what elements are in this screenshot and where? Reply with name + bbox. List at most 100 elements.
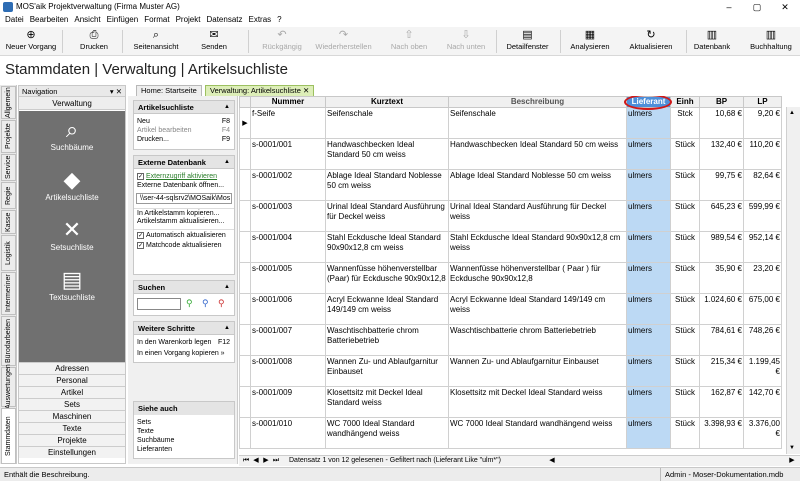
cell-bp[interactable]: 784,61 € [699,324,744,356]
cell-bp[interactable]: 645,23 € [699,200,744,232]
row-selector[interactable] [239,169,251,201]
action-artikel-bearbeiten[interactable]: Artikel bearbeiten F4 [134,126,234,135]
cell-beschreibung[interactable]: Urinal Ideal Standard Ausführung für Dec… [448,200,627,232]
vtab-regie[interactable]: Regie [1,182,16,209]
vtab-service[interactable]: Service [1,154,16,181]
cell-einh[interactable]: Stück [670,386,700,418]
cell-beschreibung[interactable]: Ablage Ideal Standard Noblesse 50 cm wei… [448,169,627,201]
action-in-artikelstamm-kopieren[interactable]: In Artikelstamm kopieren... [134,208,234,217]
close-icon[interactable]: ✕ [303,86,309,95]
cell-einh[interactable]: Stück [670,417,700,449]
cell-lieferant[interactable]: ulmers [626,107,671,139]
menu-extras[interactable]: Extras [246,14,275,26]
cell-bp[interactable]: 35,90 € [699,262,744,294]
nav-item-artikelsuchliste[interactable]: ◆ Artikelsuchliste [19,167,125,202]
cell-nummer[interactable]: s-0001/001 [250,138,326,170]
cell-einh[interactable]: Stück [670,169,700,201]
collapse-icon[interactable]: ▲ [224,156,230,169]
nach-oben-button[interactable]: ⇧ Nach oben [380,29,438,54]
cell-kurztext[interactable]: Acryl Eckwanne Ideal Standard 149/149 cm… [325,293,449,325]
matchcode-checkbox[interactable]: ✓ Matchcode aktualisieren [134,240,234,251]
cell-einh[interactable]: Stück [670,324,700,356]
vtab-bürodarbeiten[interactable]: Bürodarbeiten [1,316,16,366]
nav-list-item-adressen[interactable]: Adressen [19,362,125,374]
cell-lp[interactable]: 9,20 € [743,107,782,139]
column-header-nummer[interactable]: Nummer [250,96,326,108]
cell-lieferant[interactable]: ulmers [626,355,671,387]
cell-beschreibung[interactable]: Handwaschbecken Ideal Standard 50 cm wei… [448,138,627,170]
column-header-kurztext[interactable]: Kurztext [325,96,449,108]
table-row[interactable]: s-0001/003 Urinal Ideal Standard Ausführu… [239,200,782,232]
cell-kurztext[interactable]: Klosettsitz mit Deckel Ideal Standard we… [325,386,449,418]
search-input[interactable] [137,298,181,310]
link-texte[interactable]: Texte [134,427,234,436]
previous-record-icon[interactable]: ◀ [251,456,261,466]
vtab-kasse[interactable]: Kasse [1,210,16,234]
wiederherstellen-button[interactable]: ↷ Wiederherstellen [306,29,381,54]
table-row[interactable]: s-0001/008 Wannen Zu- und Ablaufgarnitur … [239,355,782,387]
senden-button[interactable]: ✉ Senden [186,29,242,54]
cell-beschreibung[interactable]: Waschtischbatterie chrom Batteriebetrieb [448,324,627,356]
table-row[interactable]: s-0001/009 Klosettsitz mit Deckel Ideal S… [239,386,782,418]
menu-ansicht[interactable]: Ansicht [71,14,103,26]
cell-kurztext[interactable]: Waschtischbatterie chrom Batteriebetrieb [325,324,449,356]
row-selector[interactable] [239,138,251,170]
tab-startseite[interactable]: Home: Startseite [136,85,202,96]
cell-lieferant[interactable]: ulmers [626,386,671,418]
cell-lieferant[interactable]: ulmers [626,293,671,325]
cell-lp[interactable]: 3.376,00 € [743,417,782,449]
externzugriff-checkbox[interactable]: ✓ Externzugriff aktivieren [134,172,234,181]
table-row[interactable]: s-0001/005 Wannenfüsse höhenverstellbar (… [239,262,782,294]
column-header-lp[interactable]: LP [743,96,782,108]
menu-bearbeiten[interactable]: Bearbeiten [27,14,72,26]
analysieren-button[interactable]: ▦ Analysieren [564,29,616,54]
cell-nummer[interactable]: s-0001/007 [250,324,326,356]
cell-nummer[interactable]: s-0001/004 [250,231,326,263]
cell-kurztext[interactable]: Wannenfüsse höhenverstellbar (Paar) für … [325,262,449,294]
column-header-einh[interactable]: Einh [670,96,700,108]
cell-bp[interactable]: 3.398,93 € [699,417,744,449]
cell-lp[interactable]: 82,64 € [743,169,782,201]
action-externe-datenbank-oeffnen[interactable]: Externe Datenbank öffnen... [134,181,234,190]
cell-einh[interactable]: Stck [670,107,700,139]
cell-nummer[interactable]: s-0001/003 [250,200,326,232]
first-record-icon[interactable]: ⏮ [241,456,251,466]
tab-artikelsuchliste[interactable]: Verwaltung: Artikelsuchliste ✕ [205,85,315,96]
cell-kurztext[interactable]: WC 7000 Ideal Standard wandhängend weiss [325,417,449,449]
cell-lp[interactable]: 23,20 € [743,262,782,294]
nav-list-item-sets[interactable]: Sets [19,398,125,410]
drucken-button[interactable]: ⎙ Drucken [66,29,122,54]
cell-lieferant[interactable]: ulmers [626,200,671,232]
nav-item-setsuchliste[interactable]: ✕ Setsuchliste [19,217,125,252]
cell-einh[interactable]: Stück [670,262,700,294]
nav-list-item-texte[interactable]: Texte [19,422,125,434]
cell-nummer[interactable]: s-0001/008 [250,355,326,387]
cell-kurztext[interactable]: Handwaschbecken Ideal Standard 50 cm wei… [325,138,449,170]
row-selector[interactable] [239,231,251,263]
collapse-icon[interactable]: ▲ [224,281,230,294]
row-selector[interactable]: ▶ [239,107,251,139]
menu-projekt[interactable]: Projekt [173,14,204,26]
column-header-bp[interactable]: BP [699,96,744,108]
row-selector[interactable] [239,386,251,418]
action-in-vorgang-kopieren[interactable]: In einen Vorgang kopieren » [134,349,234,358]
nav-list-item-artikel[interactable]: Artikel [19,386,125,398]
collapse-icon[interactable]: ▲ [224,322,230,335]
table-row[interactable]: ▶ f-Seife Seifenschale Seifenschale ulmers St… [239,107,782,139]
nach-unten-button[interactable]: ⇩ Nach unten [436,29,496,54]
action-warenkorb[interactable]: In den Warenkorb legen F12 [134,338,234,347]
filter-icon[interactable]: ⚲ [186,298,193,309]
cell-bp[interactable]: 132,40 € [699,138,744,170]
cell-bp[interactable]: 989,54 € [699,231,744,263]
scroll-right-icon[interactable]: ▶ [787,456,797,466]
cell-lp[interactable]: 1.199,45 € [743,355,782,387]
rueckgaengig-button[interactable]: ↶ Rückgängig [252,29,312,54]
cell-kurztext[interactable]: Stahl Eckdusche Ideal Standard 90x90x12,… [325,231,449,263]
link-lieferanten[interactable]: Lieferanten [134,445,234,454]
cell-nummer[interactable]: s-0001/005 [250,262,326,294]
menu-einfuegen[interactable]: Einfügen [104,14,142,26]
close-button[interactable]: ✕ [771,0,799,14]
cell-beschreibung[interactable]: WC 7000 Ideal Standard wandhängend weiss [448,417,627,449]
minimize-button[interactable]: – [715,0,743,14]
cell-lieferant[interactable]: ulmers [626,231,671,263]
